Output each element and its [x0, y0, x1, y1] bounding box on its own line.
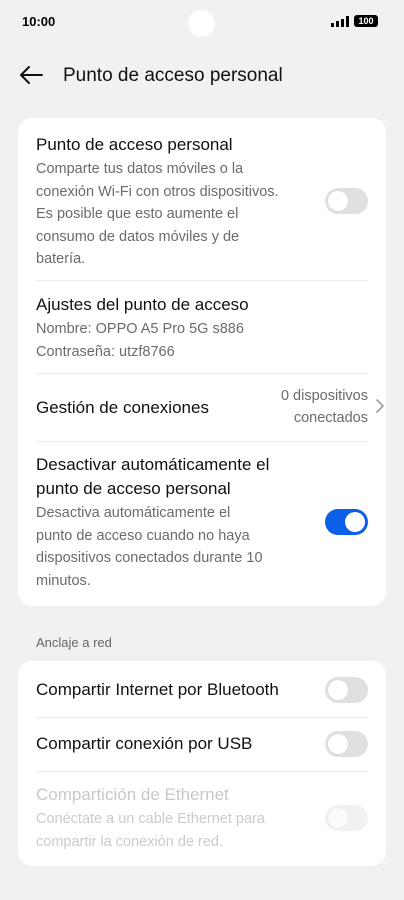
hotspot-name: Nombre: OPPO A5 Pro 5G s886 — [36, 321, 244, 337]
ethernet-tethering-title: Compartición de Ethernet — [36, 785, 229, 804]
battery-icon: 100 — [354, 15, 378, 27]
ethernet-tethering-description: Conéctate a un cable Ethernet para compa… — [36, 811, 265, 850]
divider — [36, 771, 368, 772]
hotspot-title: Punto de acceso personal — [36, 135, 233, 154]
chevron-right-icon[interactable] — [374, 397, 386, 415]
toggle-knob — [328, 734, 348, 754]
toggle-knob — [328, 191, 348, 211]
auto-off-row[interactable]: Desactivar automáticamente el punto de a… — [36, 453, 306, 592]
back-arrow-icon[interactable] — [18, 64, 44, 86]
divider — [36, 373, 368, 374]
signal-icon — [331, 15, 349, 27]
tethering-card: Compartir Internet por Bluetooth Compart… — [18, 661, 386, 866]
ethernet-tethering-toggle — [325, 805, 368, 831]
settings-title: Ajustes del punto de acceso — [36, 295, 249, 314]
bluetooth-tethering-toggle[interactable] — [325, 677, 368, 703]
usb-tethering-toggle[interactable] — [325, 731, 368, 757]
app-bar: Punto de acceso personal — [0, 56, 404, 96]
hotspot-toggle[interactable] — [325, 188, 368, 214]
divider — [36, 441, 368, 442]
bluetooth-tethering-title: Compartir Internet por Bluetooth — [36, 680, 279, 699]
front-camera-cutout — [188, 10, 215, 37]
hotspot-description: Comparte tus datos móviles o la conexión… — [36, 161, 279, 267]
toggle-knob — [328, 680, 348, 700]
auto-off-toggle[interactable] — [325, 509, 368, 535]
section-label-tethering: Anclaje a red — [36, 635, 112, 650]
toggle-knob — [328, 808, 348, 828]
status-icons: 100 — [331, 15, 378, 27]
divider — [36, 717, 368, 718]
usb-tethering-row[interactable]: Compartir conexión por USB — [36, 732, 368, 756]
divider — [36, 280, 368, 281]
auto-off-title: Desactivar automáticamente el punto de a… — [36, 455, 270, 498]
page-title: Punto de acceso personal — [63, 65, 283, 86]
bluetooth-tethering-row[interactable]: Compartir Internet por Bluetooth — [36, 678, 368, 702]
toggle-knob — [345, 512, 365, 532]
settings-details: Nombre: OPPO A5 Pro 5G s886 Contraseña: … — [36, 318, 368, 363]
status-bar: 10:00 100 — [0, 0, 404, 44]
connections-count: 0 dispositivos conectados — [280, 388, 368, 426]
hotspot-password: Contraseña: utzf8766 — [36, 343, 175, 360]
ethernet-tethering-row: Compartición de Ethernet Conéctate a un … — [36, 783, 306, 853]
hotspot-settings-row[interactable]: Ajustes del punto de acceso Nombre: OPPO… — [36, 293, 368, 363]
hotspot-row[interactable]: Punto de acceso personal Comparte tus da… — [36, 133, 306, 271]
usb-tethering-title: Compartir conexión por USB — [36, 734, 253, 753]
auto-off-description: Desactiva automáticamente el punto de ac… — [36, 505, 263, 589]
status-time: 10:00 — [22, 14, 56, 29]
